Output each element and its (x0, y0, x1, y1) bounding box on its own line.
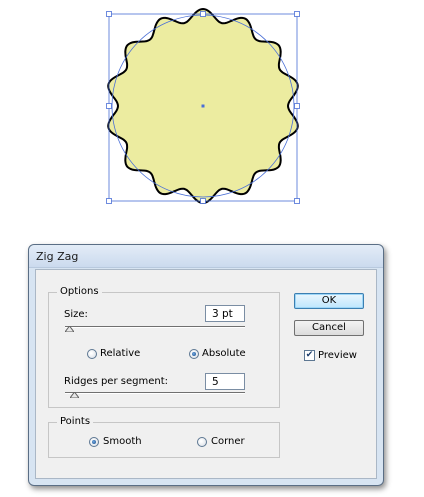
options-legend: Options (57, 286, 102, 297)
resize-handle (106, 11, 112, 17)
center-point (201, 104, 205, 108)
dialog-title: Zig Zag (36, 250, 79, 263)
size-slider-thumb[interactable] (65, 326, 74, 332)
artboard (0, 0, 424, 230)
preview-checkbox[interactable]: ✔ (304, 350, 315, 361)
resize-handle (106, 103, 112, 109)
resize-handle (200, 198, 206, 204)
resize-handle (294, 11, 300, 17)
corner-radio[interactable] (197, 437, 207, 447)
options-group: Options Size: 3 pt Relative Absolute Rid… (48, 286, 280, 408)
ridges-slider-track[interactable] (65, 392, 245, 394)
ridges-label: Ridges per segment: (64, 376, 168, 387)
relative-label[interactable]: Relative (100, 348, 140, 359)
zigzag-dialog: Zig Zag Options Size: 3 pt Relative Abso… (28, 244, 384, 486)
absolute-radio[interactable] (189, 349, 199, 359)
points-group: Points Smooth Corner (48, 416, 280, 458)
relative-radio[interactable] (87, 349, 97, 359)
dialog-body: Options Size: 3 pt Relative Absolute Rid… (35, 269, 377, 479)
smooth-radio[interactable] (89, 437, 99, 447)
resize-handle (200, 11, 206, 17)
ridges-input[interactable]: 5 (205, 373, 245, 390)
cancel-button[interactable]: Cancel (294, 320, 364, 336)
absolute-label[interactable]: Absolute (202, 348, 246, 359)
ok-button[interactable]: OK (294, 293, 364, 309)
size-slider-track[interactable] (65, 326, 245, 328)
resize-handle (294, 198, 300, 204)
resize-handle (294, 103, 300, 109)
points-legend: Points (57, 416, 94, 427)
size-input[interactable]: 3 pt (205, 305, 245, 322)
dialog-titlebar[interactable]: Zig Zag (29, 245, 383, 268)
zigzag-artwork (106, 7, 300, 205)
corner-label[interactable]: Corner (211, 436, 245, 447)
ridges-slider-thumb[interactable] (70, 392, 79, 398)
smooth-label[interactable]: Smooth (103, 436, 142, 447)
size-label: Size: (64, 309, 88, 320)
resize-handle (106, 198, 112, 204)
preview-label[interactable]: Preview (318, 350, 357, 361)
